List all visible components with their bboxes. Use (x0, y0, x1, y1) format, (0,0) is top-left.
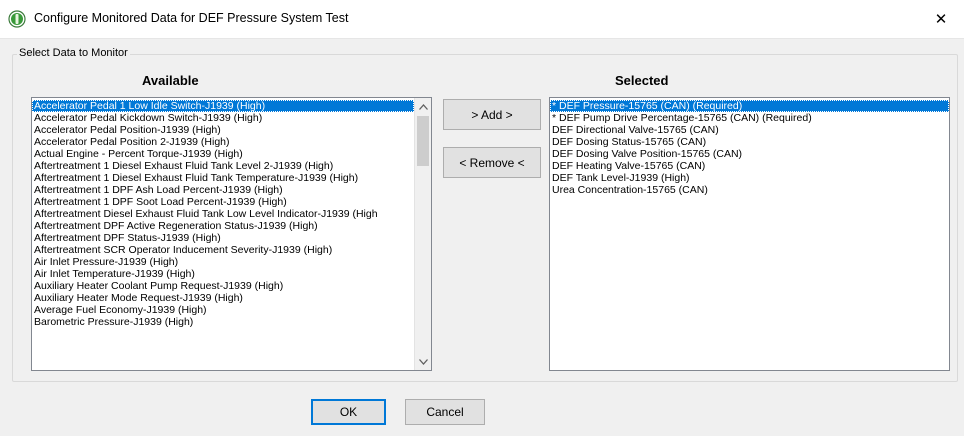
list-item[interactable]: * DEF Pressure-15765 (CAN) (Required) (550, 100, 949, 112)
list-item[interactable]: Air Inlet Pressure-J1939 (High) (32, 256, 414, 268)
list-item[interactable]: Aftertreatment DPF Active Regeneration S… (32, 220, 414, 232)
list-item[interactable]: Air Inlet Temperature-J1939 (High) (32, 268, 414, 280)
list-item[interactable]: DEF Dosing Status-15765 (CAN) (550, 136, 949, 148)
group-label: Select Data to Monitor (17, 47, 130, 59)
list-item[interactable]: Average Fuel Economy-J1939 (High) (32, 304, 414, 316)
list-item[interactable]: Accelerator Pedal Position-J1939 (High) (32, 124, 414, 136)
selected-listbox[interactable]: * DEF Pressure-15765 (CAN) (Required) * D… (549, 97, 950, 371)
cancel-button[interactable]: Cancel (405, 399, 485, 425)
list-item[interactable]: Aftertreatment 1 Diesel Exhaust Fluid Ta… (32, 160, 414, 172)
close-button[interactable]: ✕ (918, 0, 964, 38)
list-item[interactable]: Accelerator Pedal 1 Low Idle Switch-J193… (32, 100, 414, 112)
close-icon: ✕ (934, 11, 948, 28)
remove-button[interactable]: < Remove < (443, 147, 541, 178)
available-listbox[interactable]: Accelerator Pedal 1 Low Idle Switch-J193… (31, 97, 432, 371)
list-item[interactable]: Accelerator Pedal Position 2-J1939 (High… (32, 136, 414, 148)
list-item[interactable]: DEF Dosing Valve Position-15765 (CAN) (550, 148, 949, 160)
list-item[interactable]: Urea Concentration-15765 (CAN) (550, 184, 949, 196)
list-item[interactable]: Aftertreatment 1 Diesel Exhaust Fluid Ta… (32, 172, 414, 184)
add-button[interactable]: > Add > (443, 99, 541, 130)
list-item[interactable]: DEF Directional Valve-15765 (CAN) (550, 124, 949, 136)
chevron-down-icon[interactable] (415, 353, 431, 370)
list-item[interactable]: DEF Heating Valve-15765 (CAN) (550, 160, 949, 172)
window-title: Configure Monitored Data for DEF Pressur… (34, 11, 349, 25)
scroll-thumb[interactable] (417, 116, 429, 166)
list-item[interactable]: Aftertreatment Diesel Exhaust Fluid Tank… (32, 208, 414, 220)
available-header: Available (142, 73, 199, 88)
list-item[interactable]: Auxiliary Heater Mode Request-J1939 (Hig… (32, 292, 414, 304)
list-item[interactable]: Aftertreatment SCR Operator Inducement S… (32, 244, 414, 256)
list-item[interactable]: Aftertreatment 1 DPF Soot Load Percent-J… (32, 196, 414, 208)
list-item[interactable]: Aftertreatment DPF Status-J1939 (High) (32, 232, 414, 244)
ok-button[interactable]: OK (311, 399, 386, 425)
available-scrollbar[interactable] (414, 98, 431, 370)
list-item[interactable]: Aftertreatment 1 DPF Ash Load Percent-J1… (32, 184, 414, 196)
list-item[interactable]: Actual Engine - Percent Torque-J1939 (Hi… (32, 148, 414, 160)
list-item[interactable]: DEF Tank Level-J1939 (High) (550, 172, 949, 184)
title-bar: Configure Monitored Data for DEF Pressur… (0, 0, 964, 39)
list-item[interactable]: Barometric Pressure-J1939 (High) (32, 316, 414, 328)
selected-header: Selected (615, 73, 669, 88)
list-item[interactable]: Auxiliary Heater Coolant Pump Request-J1… (32, 280, 414, 292)
list-item[interactable]: * DEF Pump Drive Percentage-15765 (CAN) … (550, 112, 949, 124)
app-logo-icon (8, 10, 26, 28)
list-item[interactable]: Accelerator Pedal Kickdown Switch-J1939 … (32, 112, 414, 124)
chevron-up-icon[interactable] (415, 98, 431, 115)
